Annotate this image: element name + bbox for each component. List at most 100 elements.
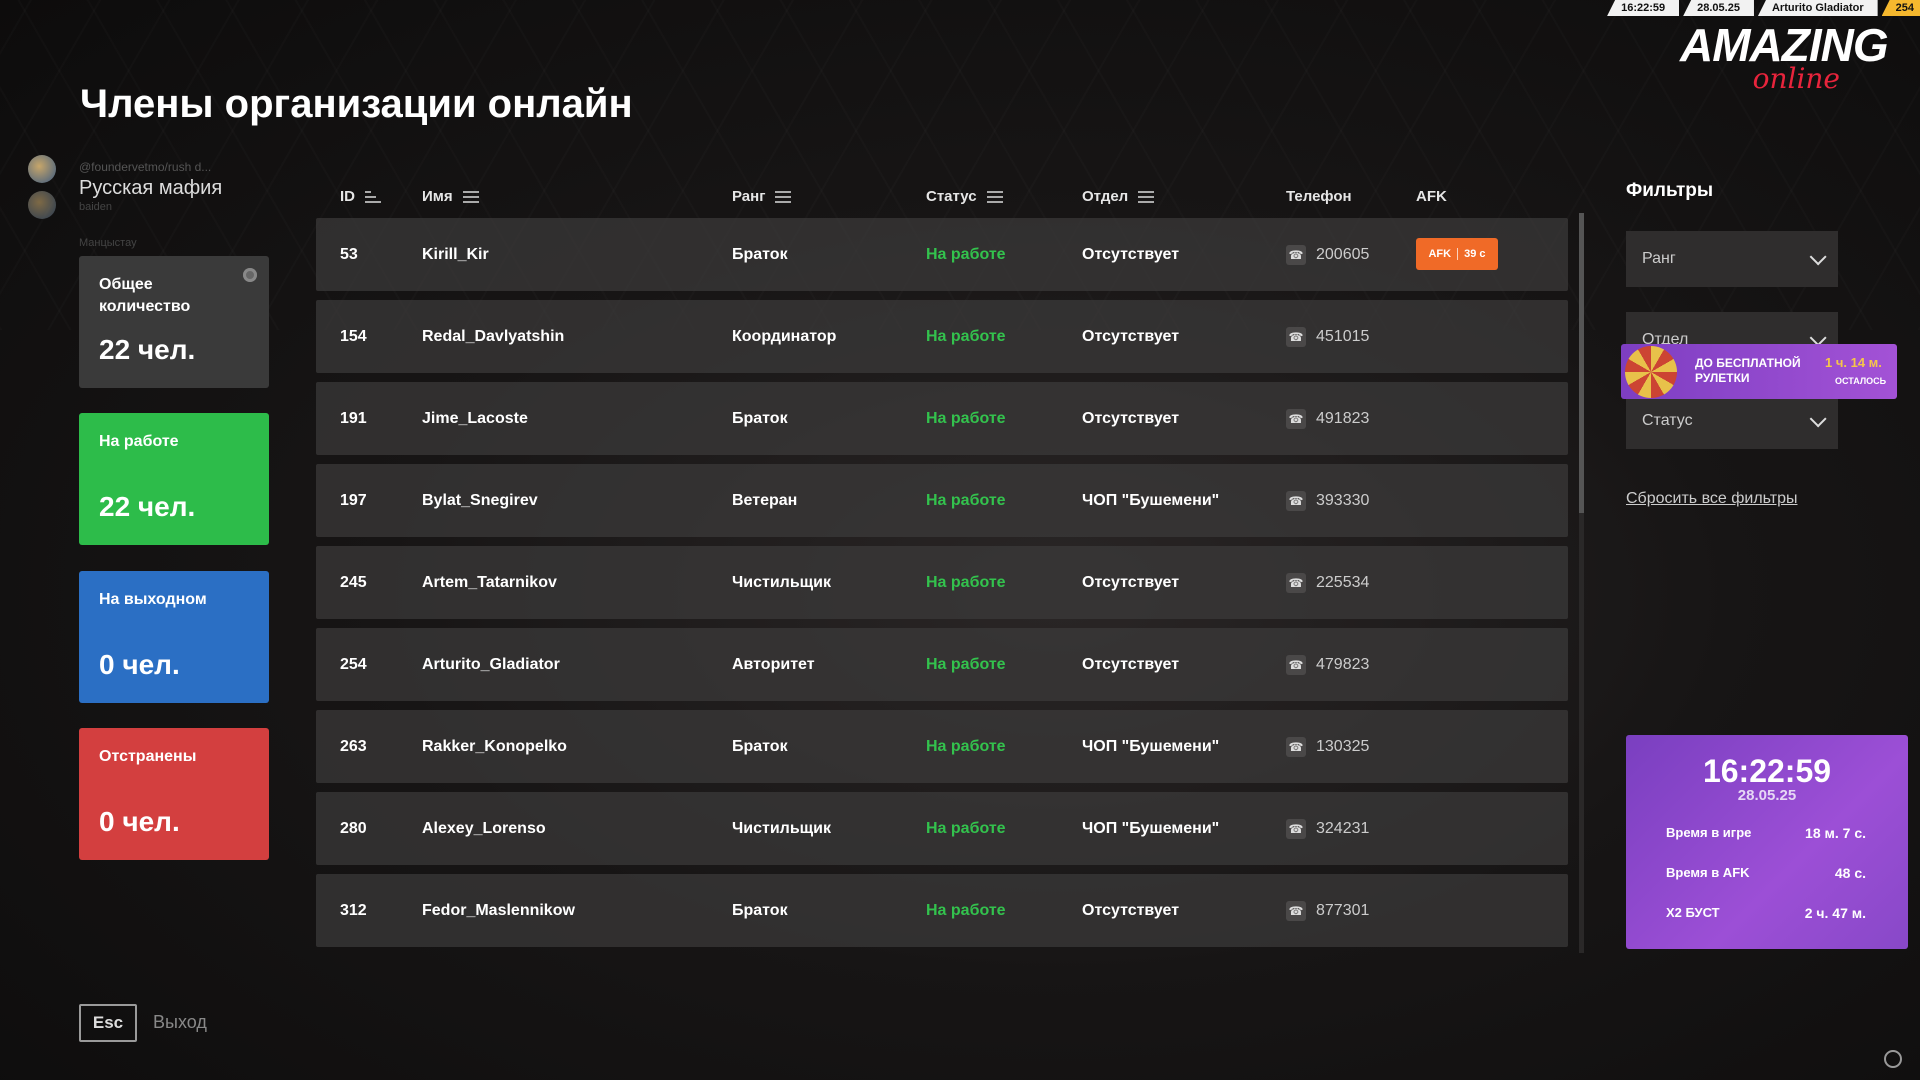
table-row[interactable]: 154 Redal_Davlyatshin Координатор На раб…	[316, 300, 1568, 373]
cell-phone: ☎ 393330	[1286, 464, 1369, 537]
afk-label: AFK	[1428, 248, 1452, 260]
phone-number: 491823	[1316, 410, 1370, 427]
cell-phone: ☎ 225534	[1286, 546, 1369, 619]
cell-id: 197	[340, 492, 367, 509]
phone-number: 479823	[1316, 656, 1370, 673]
cell-id: 254	[340, 656, 367, 673]
cell-name: Bylat_Snegirev	[422, 492, 538, 509]
top-status-bar: 16:22:59 28.05.25 Arturito Gladiator 254	[1603, 0, 1920, 16]
org-name: Русская мафия	[79, 177, 223, 199]
chevron-down-icon	[1809, 248, 1827, 266]
afk-badge: AFK 39 с	[1416, 238, 1498, 270]
cell-status: На работе	[926, 410, 1006, 427]
sort-icon[interactable]	[986, 190, 1003, 203]
sort-icon[interactable]	[775, 190, 792, 203]
esc-key-button[interactable]: Esc	[79, 1004, 137, 1042]
phone-number: 451015	[1316, 328, 1370, 345]
cell-status: На работе	[926, 574, 1006, 591]
cell-name: Alexey_Lorenso	[422, 820, 546, 837]
avatar	[28, 191, 56, 219]
stat-card-off[interactable]: На выходном 0 чел.	[79, 571, 269, 703]
table-row[interactable]: 53 Kirill_Kir Браток На работе Отсутству…	[316, 218, 1568, 291]
phone-icon[interactable]: ☎	[1286, 572, 1306, 593]
phone-number: 324231	[1316, 820, 1370, 837]
amazing-online-logo: AMAZING online	[1680, 22, 1900, 95]
cell-id: 53	[340, 246, 358, 263]
cell-dept: Отсутствует	[1082, 656, 1180, 673]
header-name[interactable]: Имя	[422, 188, 479, 205]
cell-name: Kirill_Kir	[422, 246, 489, 263]
table-row[interactable]: 280 Alexey_Lorenso Чистильщик На работе …	[316, 792, 1568, 865]
table-row[interactable]: 312 Fedor_Maslennikow Браток На работе О…	[316, 874, 1568, 947]
org-handle: @foundervetmo/rush d...	[79, 160, 212, 174]
roulette-banner[interactable]: ДО БЕСПЛАТНОЙ РУЛЕТКИ 1 ч. 14 м. ОСТАЛОС…	[1621, 344, 1897, 399]
reset-filters-link[interactable]: Сбросить все фильтры	[1626, 490, 1797, 508]
header-id[interactable]: ID	[340, 188, 381, 205]
table-row[interactable]: 263 Rakker_Konopelko Браток На работе ЧО…	[316, 710, 1568, 783]
cell-rank: Ветеран	[732, 492, 798, 509]
cell-rank: Браток	[732, 246, 788, 263]
ingame-time-row: Время в игре 18 м. 7 с.	[1666, 825, 1866, 841]
stat-label: Отстранены	[99, 748, 197, 765]
cell-status: На работе	[926, 820, 1006, 837]
phone-icon[interactable]: ☎	[1286, 244, 1306, 265]
phone-icon[interactable]: ☎	[1286, 326, 1306, 347]
cell-phone: ☎ 451015	[1286, 300, 1369, 373]
stat-value: 0 чел.	[99, 649, 180, 680]
phone-icon[interactable]: ☎	[1286, 490, 1306, 511]
afk-time-label: Время в AFK	[1666, 865, 1750, 880]
sort-icon[interactable]	[1138, 190, 1155, 203]
sort-icon[interactable]	[365, 190, 381, 203]
phone-icon[interactable]: ☎	[1286, 818, 1306, 839]
table-row[interactable]: 197 Bylat_Snegirev Ветеран На работе ЧОП…	[316, 464, 1568, 537]
cell-id: 280	[340, 820, 367, 837]
phone-icon[interactable]: ☎	[1286, 654, 1306, 675]
stat-value: 0 чел.	[99, 806, 180, 837]
phone-icon[interactable]: ☎	[1286, 900, 1306, 921]
header-status-label: Статус	[926, 188, 977, 205]
filter-status-select[interactable]: Статус	[1626, 393, 1838, 449]
cell-name: Rakker_Konopelko	[422, 738, 567, 755]
sort-icon[interactable]	[462, 190, 479, 203]
top-date: 28.05.25	[1683, 0, 1754, 16]
phone-number: 200605	[1316, 246, 1370, 263]
org-sub-label: baiden	[79, 201, 113, 213]
header-dept[interactable]: Отдел	[1082, 188, 1155, 205]
roulette-text: ДО БЕСПЛАТНОЙ РУЛЕТКИ	[1695, 356, 1801, 385]
table-row[interactable]: 254 Arturito_Gladiator Авторитет На рабо…	[316, 628, 1568, 701]
phone-icon[interactable]: ☎	[1286, 408, 1306, 429]
header-name-label: Имя	[422, 188, 453, 205]
stat-card-suspended[interactable]: Отстранены 0 чел.	[79, 728, 269, 860]
cell-rank: Чистильщик	[732, 574, 831, 591]
stat-card-working[interactable]: На работе 22 чел.	[79, 413, 269, 545]
table-row[interactable]: 191 Jime_Lacoste Браток На работе Отсутс…	[316, 382, 1568, 455]
avatar	[28, 155, 56, 183]
cell-phone: ☎ 479823	[1286, 628, 1369, 701]
top-player-name: Arturito Gladiator	[1757, 0, 1878, 16]
afk-time: 39 с	[1464, 248, 1486, 260]
exit-label[interactable]: Выход	[153, 1012, 207, 1033]
cell-status: На работе	[926, 246, 1006, 263]
cell-rank: Координатор	[732, 328, 837, 345]
cell-rank: Браток	[732, 902, 788, 919]
cell-phone: ☎ 130325	[1286, 710, 1369, 783]
settings-icon[interactable]	[1884, 1050, 1902, 1068]
header-rank[interactable]: Ранг	[732, 188, 792, 205]
header-phone: Телефон	[1286, 188, 1352, 205]
cell-id: 154	[340, 328, 367, 345]
filter-rank-select[interactable]: Ранг	[1626, 231, 1838, 287]
stat-label: На выходном	[99, 591, 207, 608]
stat-card-total[interactable]: Общее количество 22 чел.	[79, 256, 269, 388]
cell-status: На работе	[926, 492, 1006, 509]
cell-name: Fedor_Maslennikow	[422, 902, 575, 919]
header-status[interactable]: Статус	[926, 188, 1003, 205]
table-row[interactable]: 245 Artem_Tatarnikov Чистильщик На работ…	[316, 546, 1568, 619]
afk-time-row: Время в AFK 48 с.	[1666, 865, 1866, 881]
scrollbar-thumb[interactable]	[1579, 213, 1584, 513]
cell-name: Artem_Tatarnikov	[422, 574, 557, 591]
cell-name: Arturito_Gladiator	[422, 656, 560, 673]
table-scrollbar[interactable]	[1579, 213, 1584, 953]
phone-icon[interactable]: ☎	[1286, 736, 1306, 757]
cell-dept: ЧОП "Бушемени"	[1082, 820, 1220, 837]
org-location: Манцыстау	[79, 237, 137, 249]
